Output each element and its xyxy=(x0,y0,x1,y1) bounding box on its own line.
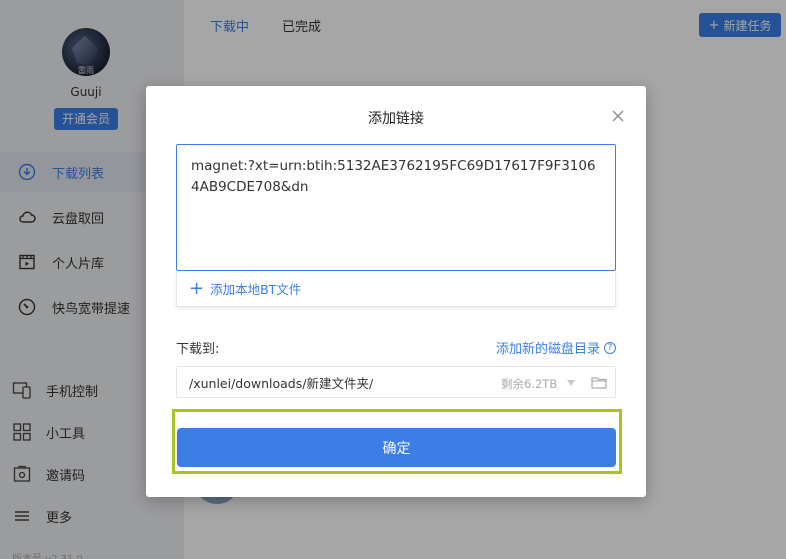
help-icon[interactable]: ? xyxy=(604,341,617,354)
download-to-label: 下载到: xyxy=(176,342,220,357)
close-icon[interactable] xyxy=(611,109,625,123)
download-path-field[interactable]: /xunlei/downloads/新建文件夹/ 剩余6.2TB xyxy=(176,366,616,398)
free-space: 剩余6.2TB xyxy=(501,377,558,391)
link-input[interactable]: magnet:?xt=urn:btih:5132AE3762195FC69D17… xyxy=(176,144,616,271)
chevron-down-icon[interactable] xyxy=(567,380,575,386)
plus-icon: + xyxy=(189,277,205,299)
add-local-bt-button[interactable]: + 添加本地BT文件 xyxy=(176,271,616,307)
add-link-dialog: 添加链接 magnet:?xt=urn:btih:5132AE3762195FC… xyxy=(146,86,646,497)
download-path: /xunlei/downloads/新建文件夹/ xyxy=(189,375,374,391)
add-dir-label: 添加新的磁盘目录 xyxy=(496,342,601,357)
folder-icon[interactable] xyxy=(591,376,607,389)
add-disk-dir-link[interactable]: 添加新的磁盘目录 ? xyxy=(496,338,617,357)
dialog-title: 添加链接 xyxy=(368,111,424,127)
add-bt-label: 添加本地BT文件 xyxy=(210,282,302,297)
confirm-button[interactable]: 确定 xyxy=(177,428,616,467)
